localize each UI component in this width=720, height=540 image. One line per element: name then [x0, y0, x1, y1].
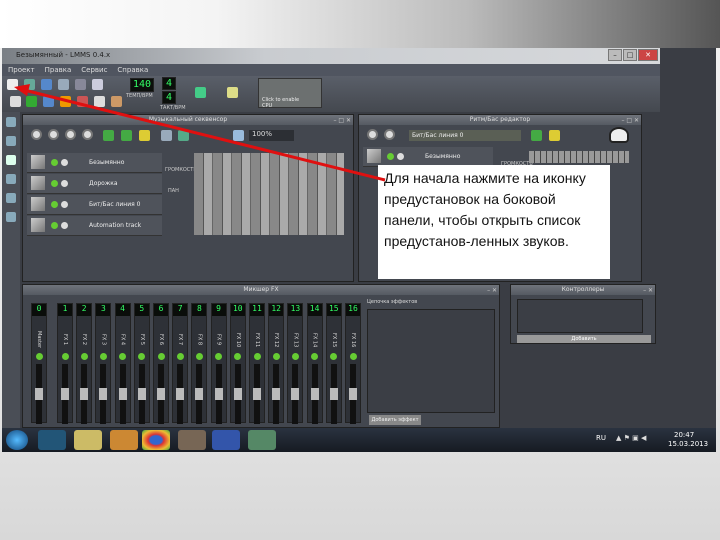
red-arrow-pointer — [14, 84, 386, 182]
